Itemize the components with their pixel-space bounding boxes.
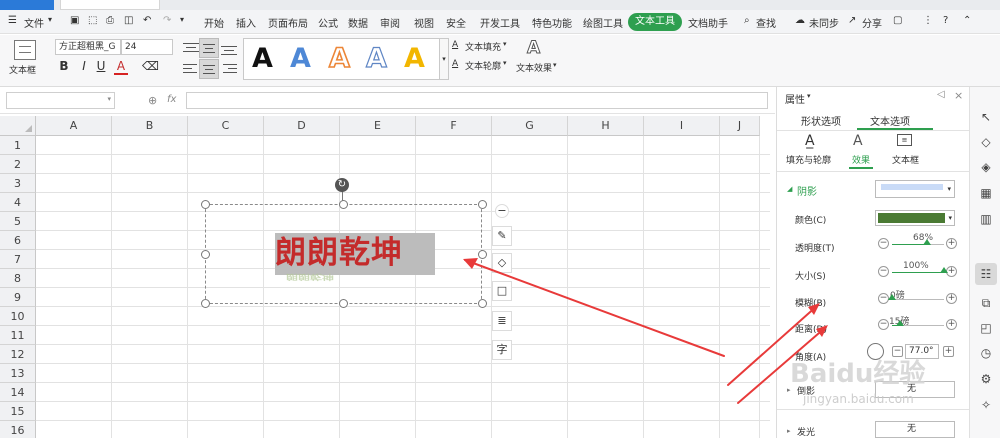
watermark-logo: Baidu经验: [790, 353, 925, 390]
watermark-url: jingyan.baidu.com: [803, 392, 914, 406]
watermark-cn: 经验: [873, 359, 926, 389]
watermark-brand: Baidu: [790, 359, 874, 389]
arrow-to-wordart: [464, 259, 725, 357]
